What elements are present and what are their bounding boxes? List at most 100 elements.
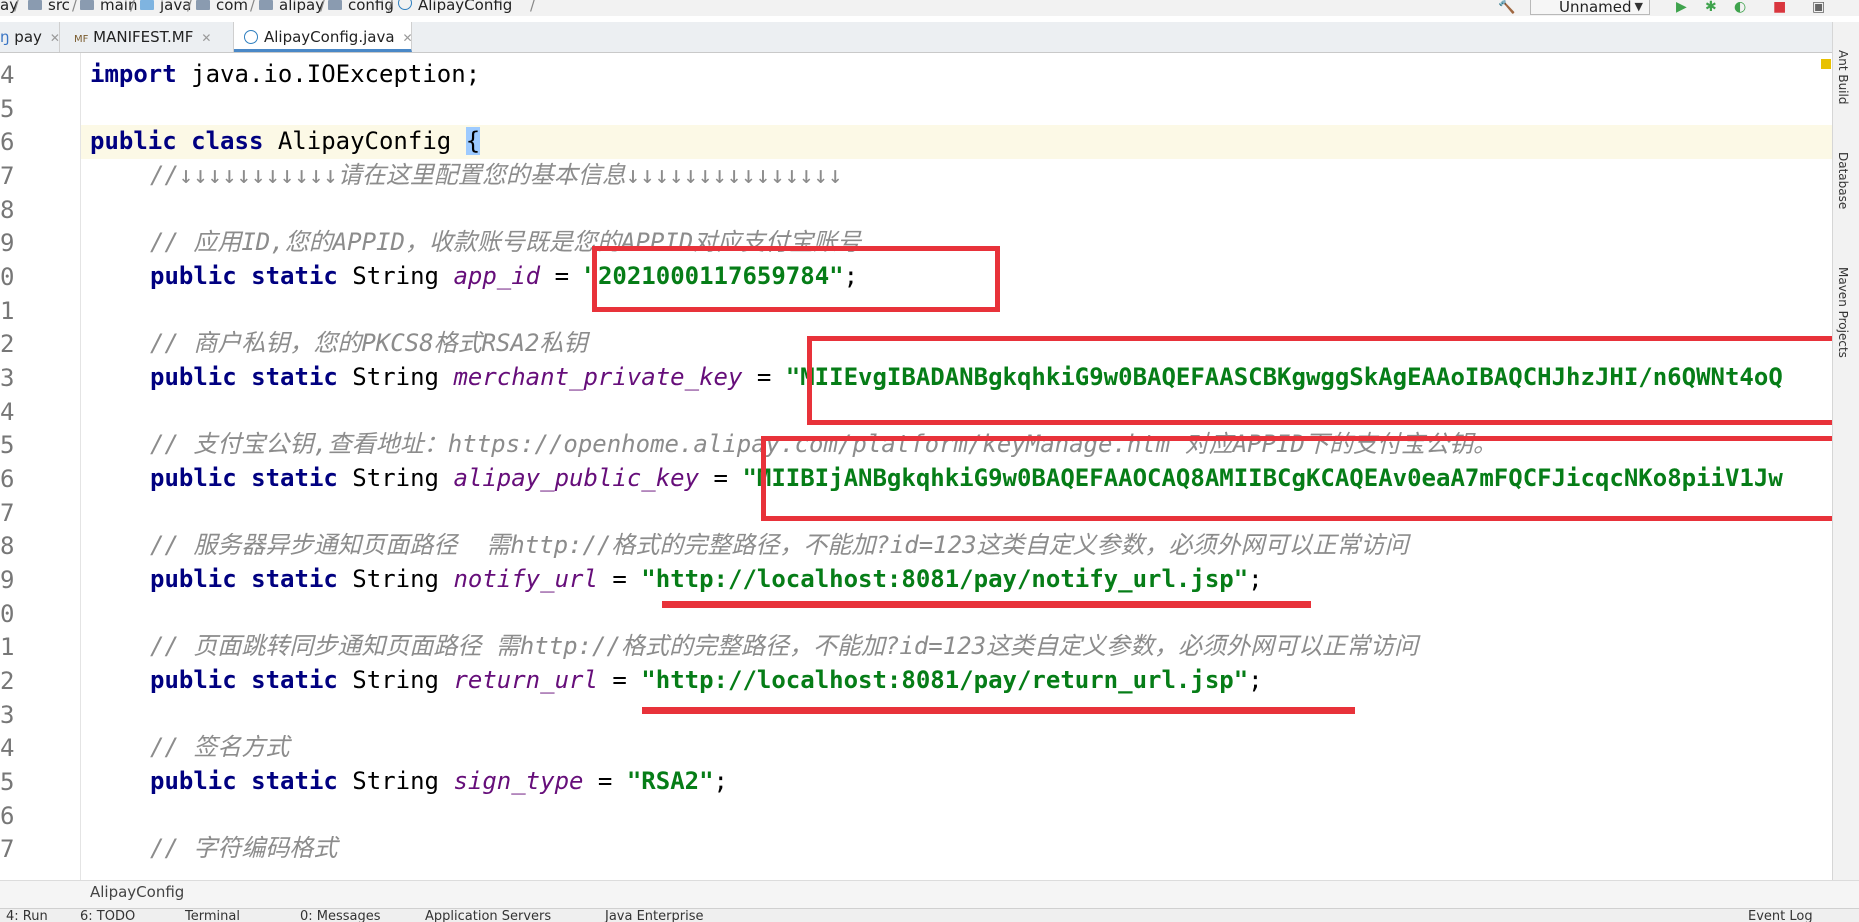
folder-icon <box>28 0 42 10</box>
close-icon[interactable]: ✕ <box>50 31 60 45</box>
class-icon <box>244 30 258 44</box>
field-name: merchant_private_key <box>453 363 743 391</box>
line-number: 7 <box>0 162 15 190</box>
field-name: notify_url <box>453 565 598 593</box>
breadcrumb-label: AlipayConfig <box>418 0 513 14</box>
line-number: 4 <box>0 398 15 426</box>
keyword: public static <box>150 565 338 593</box>
ant-build-tab[interactable]: Ant Build <box>1836 50 1850 104</box>
run-icon[interactable]: ▶ <box>1676 0 1687 14</box>
line-number: 9 <box>0 566 15 594</box>
java-enterprise-tool-button[interactable]: Java Enterprise <box>605 909 703 922</box>
tab-pay[interactable]: ŋ pay ✕ <box>0 22 60 52</box>
database-tab[interactable]: Database <box>1836 152 1850 209</box>
breadcrumb-item-config[interactable]: config <box>328 0 394 14</box>
code-line-class-declaration: public class AlipayConfig { <box>90 126 481 156</box>
operator: = <box>583 767 627 795</box>
tab-manifest[interactable]: MF MANIFEST.MF ✕ <box>64 22 234 52</box>
tab-label: AlipayConfig.java <box>264 28 395 46</box>
operator: = <box>742 363 786 391</box>
breadcrumb-item-alipay[interactable]: alipay <box>259 0 324 14</box>
string-literal: "http://localhost:8081/pay/return_url.js… <box>641 666 1249 694</box>
line-number: 1 <box>0 297 15 325</box>
type-name: String <box>337 666 454 694</box>
run-configuration-label: Unnamed <box>1559 0 1632 16</box>
maven-projects-tab[interactable]: Maven Projects <box>1836 267 1850 358</box>
structure-breadcrumb-bar: AlipayConfig <box>0 880 1859 909</box>
line-number: 3 <box>0 364 15 392</box>
line-number: 5 <box>0 431 15 459</box>
code-line-sign-type: public static String sign_type = "RSA2"; <box>150 766 728 796</box>
warning-marker-icon[interactable] <box>1821 59 1831 69</box>
semicolon: ; <box>1248 565 1263 593</box>
run-tool-button[interactable]: 4: Run <box>6 909 48 922</box>
close-icon[interactable]: ✕ <box>201 31 211 45</box>
tool-window-status-bar: 4: Run 6: TODO Terminal 0: Messages Appl… <box>0 908 1859 922</box>
keyword: public static <box>150 464 338 492</box>
code-line-import: import java.io.IOException; <box>90 59 480 89</box>
annotation-box-public-key <box>761 436 1832 521</box>
event-log-tool-button[interactable]: Event Log <box>1748 909 1813 922</box>
operator: = <box>597 565 642 593</box>
tab-label: MANIFEST.MF <box>93 28 194 46</box>
editor-tab-bar: ŋ pay ✕ MF MANIFEST.MF ✕ AlipayConfig.java… <box>0 22 1859 53</box>
line-number: 6 <box>0 465 15 493</box>
code-comment: //↓↓↓↓↓↓↓↓↓↓↓请在这里配置您的基本信息↓↓↓↓↓↓↓↓↓↓↓↓↓↓↓ <box>150 161 843 189</box>
breadcrumb-separator: / <box>72 0 78 14</box>
breadcrumb-separator: / <box>530 0 536 14</box>
folder-icon <box>140 0 154 10</box>
line-number: 4 <box>0 61 15 89</box>
code-text: java.io.IOException; <box>176 60 481 88</box>
breadcrumb-separator: / <box>14 0 20 14</box>
breadcrumb-separator: / <box>250 0 256 14</box>
folder-icon <box>80 0 94 10</box>
line-number: 0 <box>0 263 15 291</box>
type-name: String <box>337 363 454 391</box>
semicolon: ; <box>713 767 728 795</box>
line-number: 7 <box>0 499 15 527</box>
keyword: public static <box>150 363 338 391</box>
keyword: public class <box>90 127 264 155</box>
chevron-down-icon: ▼ <box>1634 0 1643 13</box>
folder-icon <box>196 0 210 10</box>
annotation-underline-notify-url <box>662 601 1311 608</box>
build-hammer-icon[interactable]: 🔨 <box>1498 0 1515 14</box>
breadcrumb-item-com[interactable]: com <box>196 0 248 14</box>
todo-tool-button[interactable]: 6: TODO <box>80 909 135 922</box>
layout-icon[interactable]: ▣ <box>1812 0 1825 14</box>
close-icon[interactable]: ✕ <box>403 31 413 45</box>
operator: = <box>540 262 584 290</box>
matched-brace: { <box>465 127 481 155</box>
messages-tool-button[interactable]: 0: Messages <box>300 909 381 922</box>
breadcrumb-item-src[interactable]: src <box>28 0 70 14</box>
line-number: 8 <box>0 196 15 224</box>
breadcrumb-item-class[interactable]: AlipayConfig <box>398 0 512 14</box>
stop-icon[interactable]: ■ <box>1773 0 1786 14</box>
code-editor[interactable]: import java.io.IOException; public class… <box>81 53 1832 880</box>
line-number: 5 <box>0 768 15 796</box>
breadcrumb-item-main[interactable]: main <box>80 0 137 14</box>
keyword: import <box>90 60 177 88</box>
debug-icon[interactable]: ✱ <box>1705 0 1717 14</box>
breadcrumb-item-java[interactable]: java <box>140 0 191 14</box>
line-number: 4 <box>0 734 15 762</box>
tab-label: pay <box>14 28 42 46</box>
code-comment: // 商户私钥，您的PKCS8格式RSA2私钥 <box>150 329 588 357</box>
run-configuration-select[interactable]: Unnamed ▼ <box>1530 0 1650 16</box>
keyword: public static <box>150 767 338 795</box>
keyword: public static <box>150 666 338 694</box>
manifest-file-icon: MF <box>74 34 89 45</box>
operator: = <box>597 666 642 694</box>
navigation-breadcrumb: ay / src / main / java / com / alipay / … <box>0 0 1859 16</box>
line-number: 9 <box>0 229 15 257</box>
line-number: 6 <box>0 802 15 830</box>
tab-alipayconfig[interactable]: AlipayConfig.java ✕ <box>234 22 413 52</box>
line-number: 7 <box>0 835 15 863</box>
structure-breadcrumb-item[interactable]: AlipayConfig <box>90 883 184 901</box>
terminal-tool-button[interactable]: Terminal <box>185 909 240 922</box>
coverage-icon[interactable]: ◐ <box>1734 0 1746 14</box>
type-name: String <box>337 565 454 593</box>
application-servers-tool-button[interactable]: Application Servers <box>425 909 551 922</box>
code-line-return-url: public static String return_url = "http:… <box>150 665 1263 695</box>
field-name: sign_type <box>453 767 584 795</box>
